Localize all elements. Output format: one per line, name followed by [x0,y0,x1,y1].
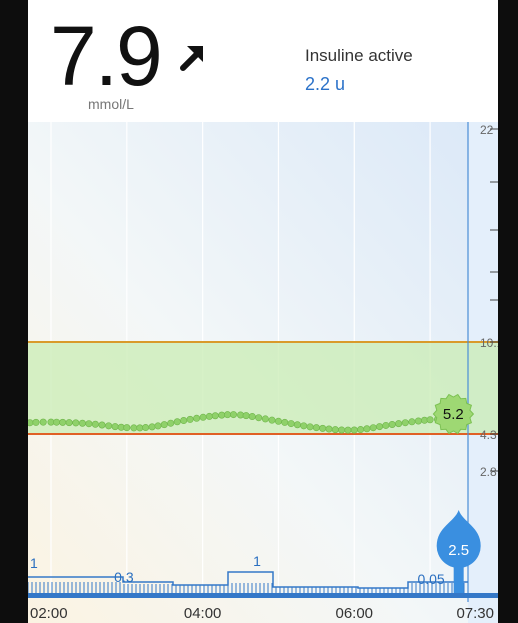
app-screen: 7.9 mmol/L Insuline active 2.2 u 22 10. … [28,0,498,623]
glucose-point [130,424,138,432]
y-tick-label: 4.3 [480,428,497,442]
glucose-point [369,424,377,432]
glucose-point [105,422,113,430]
glucose-point [72,419,80,427]
glucose-point [268,416,276,424]
glucose-point [186,415,194,423]
y-tick-label: 2.8 [480,465,497,479]
glucose-unit: mmol/L [88,96,134,112]
glucose-point [59,418,67,426]
y-tick-label: 22 [480,123,494,137]
glucose-point [28,419,34,427]
bolus-stem [453,565,464,593]
x-tick-label: 06:00 [335,605,373,622]
glucose-point [325,425,333,433]
y-tick-label: 10.1 [480,336,498,350]
glucose-point [65,419,73,427]
active-insulin-value: 2.2 u [305,74,346,94]
glucose-point [300,422,308,430]
glucose-point [98,421,106,429]
glucose-point [32,418,40,426]
glucose-point [91,420,99,428]
x-tick-label: 07:30 [456,605,494,622]
glucose-point [148,423,156,431]
glucose-point [338,426,346,434]
glucose-point [229,411,237,419]
glucose-point [344,426,352,434]
glucose-point [154,422,162,430]
glucose-point [123,424,131,432]
glucose-point [39,418,47,426]
glucose-point [281,418,289,426]
bolus-amount-label: 2.5 [448,542,469,559]
basal-rate-label: 0.05 [417,571,444,587]
glucose-point [388,420,396,428]
glucose-point [293,421,301,429]
glucose-point [218,411,226,419]
glucose-point [287,420,295,428]
glucose-point [242,412,250,420]
basal-rate-label: 1 [253,553,261,569]
glucose-point [331,426,339,434]
glucose-point [78,419,86,427]
glucose-point [180,417,188,425]
glucose-point [85,420,93,428]
status-header: 7.9 mmol/L Insuline active 2.2 u [28,0,498,123]
device-frame: 7.9 mmol/L Insuline active 2.2 u 22 10. … [0,0,518,623]
glucose-point [193,414,201,422]
glucose-point [395,420,403,428]
glucose-point [306,423,314,431]
glucose-point [211,412,219,420]
basal-rate-label: 0.3 [114,569,134,585]
glucose-point [426,416,434,424]
glucose-point [53,418,61,426]
trend-arrow-icon [180,46,203,71]
glucose-point [224,411,232,419]
glucose-point [319,424,327,432]
glucose-point [357,426,365,434]
basal-rate-label: 1 [30,555,38,571]
current-reading-label: 5.2 [443,406,464,423]
glucose-point [350,426,358,434]
glucose-point [199,413,207,421]
glucose-point [312,424,320,432]
glucose-point [401,419,409,427]
glucose-point [414,417,422,425]
glucose-point [205,412,213,420]
glucose-point [142,424,150,432]
glucose-point [136,424,144,432]
glucose-point [173,418,181,426]
glucose-point [160,421,168,429]
x-tick-label: 02:00 [30,605,68,622]
glucose-point [274,417,282,425]
glucose-point [111,423,119,431]
glucose-point [376,423,384,431]
glucose-point [248,413,256,421]
glucose-value: 7.9 [50,9,163,103]
glucose-point [261,415,269,423]
glucose-point [363,425,371,433]
x-tick-label: 04:00 [184,605,222,622]
glucose-point [167,419,175,427]
glucose-point [382,421,390,429]
glucose-point [255,414,263,422]
glucose-point [408,418,416,426]
timeline-bar [28,593,498,598]
glucose-chart[interactable]: 22 10.1 4.3 2.8 5.2 1 0.3 1 0.05 2.5 02:00 04:0… [28,122,498,623]
active-insulin-label: Insuline active [305,46,413,65]
